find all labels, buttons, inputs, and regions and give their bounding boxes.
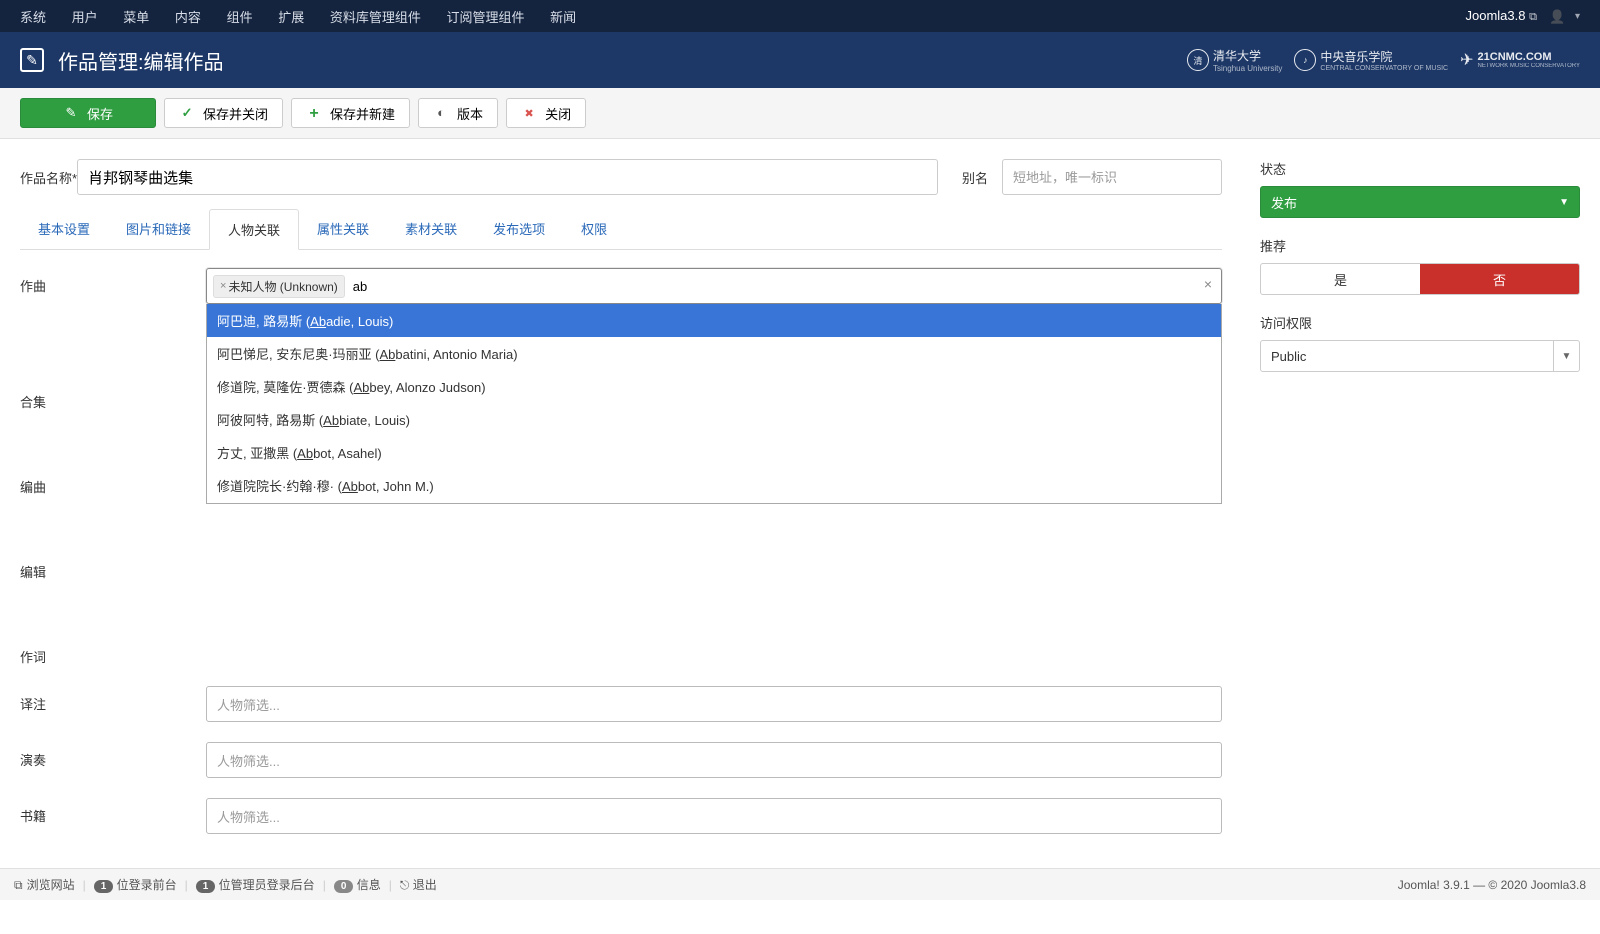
tab-persons[interactable]: 人物关联 — [209, 209, 299, 250]
footer-version: Joomla! 3.9.1 — © 2020 Joomla3.8 — [1398, 878, 1586, 892]
dropdown-option[interactable]: 阿巴悌尼, 安东尼奥·玛丽亚 (Abbatini, Antonio Maria) — [207, 337, 1221, 370]
dropdown-option[interactable]: 阿彼阿特, 路易斯 (Abbiate, Louis) — [207, 403, 1221, 436]
messages-link[interactable]: 0 信息 — [334, 876, 381, 893]
editor-label: 编辑 — [20, 554, 206, 581]
nav-item[interactable]: 菜单 — [123, 10, 149, 25]
dropdown-option[interactable]: 方丈, 亚撒黑 (Abbot, Asahel) — [207, 436, 1221, 469]
caret-down-icon[interactable]: ▾ — [1575, 11, 1580, 22]
clear-icon[interactable]: × — [1204, 276, 1212, 292]
composer-label: 作曲 — [20, 268, 206, 304]
dropdown-option[interactable]: 修道院院长·约翰·穆· (Abbot, John M.) — [207, 469, 1221, 502]
dropdown-option[interactable]: 阿巴迪, 路易斯 (Abadie, Louis) — [207, 304, 1221, 337]
nav-item[interactable]: 扩展 — [278, 10, 304, 25]
tsinghua-logo-icon: 清 — [1187, 49, 1209, 71]
composer-dropdown: 阿巴迪, 路易斯 (Abadie, Louis)阿巴悌尼, 安东尼奥·玛丽亚 (… — [206, 304, 1222, 504]
site-name-link[interactable]: Joomla3.8 ⧉ — [1466, 8, 1537, 24]
tab-images[interactable]: 图片和链接 — [108, 209, 209, 249]
featured-label: 推荐 — [1260, 236, 1580, 255]
admin-top-nav: 系统 用户 菜单 内容 组件 扩展 资料库管理组件 订阅管理组件 新闻 Joom… — [0, 0, 1600, 32]
featured-yes[interactable]: 是 — [1261, 264, 1420, 294]
performer-label: 演奏 — [20, 742, 206, 778]
status-label: 状态 — [1260, 159, 1580, 178]
access-label: 访问权限 — [1260, 313, 1580, 332]
count-badge: 0 — [334, 880, 354, 893]
caret-down-icon: ▼ — [1562, 351, 1572, 362]
tab-basic[interactable]: 基本设置 — [20, 209, 108, 249]
nav-item[interactable]: 订阅管理组件 — [446, 10, 524, 25]
backend-users-link[interactable]: 1 位管理员登录后台 — [196, 876, 315, 893]
close-icon — [521, 105, 537, 121]
ccom-logo-icon: ♪ — [1294, 49, 1316, 71]
nav-item[interactable]: 内容 — [175, 10, 201, 25]
alias-input[interactable] — [1002, 159, 1222, 195]
check-icon — [179, 105, 195, 121]
access-select[interactable]: Public▼ — [1260, 340, 1580, 372]
composer-multiselect[interactable]: ×未知人物 (Unknown) — [206, 268, 1222, 304]
plus-icon — [306, 105, 322, 121]
page-header: ✎ 作品管理:编辑作品 清清华大学Tsinghua University ♪中央… — [0, 32, 1600, 88]
dropdown-option[interactable]: 阿伯特, 斯·第· (Abbott, C. D.) — [207, 502, 1221, 504]
selected-chip: ×未知人物 (Unknown) — [213, 275, 345, 298]
book-multiselect[interactable]: 人物筛选... — [206, 798, 1222, 834]
cnmc-logo-icon: ✈ — [1460, 50, 1473, 70]
work-name-input[interactable] — [77, 159, 938, 195]
versions-button[interactable]: 版本 — [418, 98, 498, 128]
toolbar: 保存 保存并关闭 保存并新建 版本 关闭 — [0, 88, 1600, 139]
book-label: 书籍 — [20, 798, 206, 834]
composer-search-input[interactable] — [349, 277, 1215, 296]
count-badge: 1 — [94, 880, 114, 893]
lyricist-label: 作词 — [20, 639, 206, 666]
performer-multiselect[interactable]: 人物筛选... — [206, 742, 1222, 778]
save-close-button[interactable]: 保存并关闭 — [164, 98, 283, 128]
tabs: 基本设置 图片和链接 人物关联 属性关联 素材关联 发布选项 权限 — [20, 209, 1222, 250]
tab-materials[interactable]: 素材关联 — [387, 209, 475, 249]
nav-item[interactable]: 新闻 — [550, 10, 576, 25]
annotator-multiselect[interactable]: 人物筛选... — [206, 686, 1222, 722]
logout-icon: ⎋ — [400, 878, 410, 892]
save-new-button[interactable]: 保存并新建 — [291, 98, 410, 128]
nav-item[interactable]: 用户 — [72, 10, 98, 25]
logout-link[interactable]: ⎋ 退出 — [400, 876, 437, 893]
tab-publish[interactable]: 发布选项 — [475, 209, 563, 249]
caret-down-icon: ▼ — [1559, 197, 1569, 208]
work-name-label: 作品名称 — [20, 171, 72, 186]
view-site-link[interactable]: ⧉浏览网站 — [14, 876, 75, 893]
nav-item[interactable]: 资料库管理组件 — [330, 10, 421, 25]
nav-item[interactable]: 系统 — [20, 10, 46, 25]
chip-remove-icon[interactable]: × — [220, 280, 226, 292]
dropdown-option[interactable]: 修道院, 莫隆佐·贾德森 (Abbey, Alonzo Judson) — [207, 370, 1221, 403]
save-icon — [63, 105, 79, 121]
external-icon: ⧉ — [14, 878, 23, 892]
nav-item[interactable]: 组件 — [227, 10, 253, 25]
user-icon[interactable] — [1549, 9, 1563, 23]
collection-label: 合集 — [20, 384, 206, 411]
count-badge: 1 — [196, 880, 216, 893]
external-link-icon: ⧉ — [1529, 11, 1537, 23]
close-button[interactable]: 关闭 — [506, 98, 586, 128]
arranger-label: 编曲 — [20, 469, 206, 496]
page-title: 作品管理:编辑作品 — [58, 46, 224, 75]
nav-right: Joomla3.8 ⧉ ▾ — [1466, 8, 1581, 24]
partner-logos: 清清华大学Tsinghua University ♪中央音乐学院CENTRAL … — [1187, 47, 1580, 73]
status-select[interactable]: 发布▼ — [1260, 186, 1580, 218]
featured-no[interactable]: 否 — [1420, 264, 1579, 294]
tab-perms[interactable]: 权限 — [563, 209, 625, 249]
status-bar: ⧉浏览网站 | 1 位登录前台 | 1 位管理员登录后台 | 0 信息 | ⎋ … — [0, 868, 1600, 900]
tab-attrs[interactable]: 属性关联 — [299, 209, 387, 249]
annotator-label: 译注 — [20, 686, 206, 722]
nav-left: 系统 用户 菜单 内容 组件 扩展 资料库管理组件 订阅管理组件 新闻 — [20, 7, 598, 26]
frontend-users-link[interactable]: 1 位登录前台 — [94, 876, 177, 893]
save-button[interactable]: 保存 — [20, 98, 156, 128]
featured-toggle: 是 否 — [1260, 263, 1580, 295]
versions-icon — [433, 105, 449, 121]
edit-icon: ✎ — [20, 48, 44, 72]
alias-label: 别名 — [962, 168, 1002, 187]
